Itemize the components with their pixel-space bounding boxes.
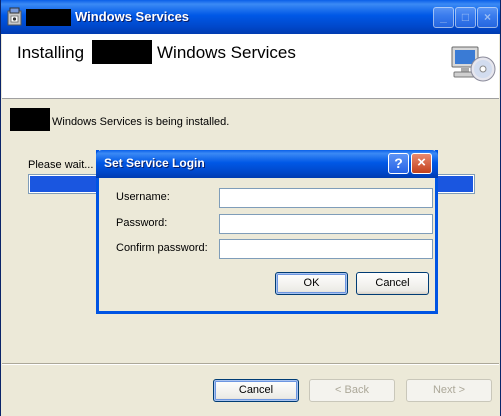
ok-button[interactable]: OK — [275, 272, 348, 295]
status-text: Windows Services is being installed. — [52, 116, 230, 128]
heading-suffix: Windows Services — [157, 43, 296, 62]
next-button[interactable]: Next > — [406, 379, 492, 402]
redacted-status-name — [10, 108, 50, 131]
back-button[interactable]: < Back — [309, 379, 395, 402]
username-label: Username: — [116, 191, 170, 203]
dialog-cancel-button[interactable]: Cancel — [356, 272, 429, 295]
minimize-button[interactable]: _ — [433, 7, 454, 28]
window-titlebar[interactable]: Windows Services _ □ × — [1, 0, 500, 34]
heading-prefix: Installing — [17, 43, 85, 62]
password-label: Password: — [116, 217, 168, 229]
password-field[interactable] — [219, 214, 433, 234]
footer-divider — [2, 363, 499, 365]
window-title: Windows Services — [75, 9, 190, 24]
dialog-title: Set Service Login — [104, 156, 205, 170]
window-close-button[interactable]: × — [477, 7, 498, 28]
installer-app-icon — [7, 7, 22, 26]
confirm-password-label: Confirm password: — [116, 242, 208, 254]
computer-cd-icon — [451, 46, 496, 82]
service-login-dialog: Set Service Login ? × Username: Password… — [96, 150, 438, 314]
dialog-titlebar[interactable]: Set Service Login ? × — [96, 150, 438, 178]
confirm-password-field[interactable] — [219, 239, 433, 259]
redacted-heading-name — [92, 40, 152, 64]
maximize-button[interactable]: □ — [455, 7, 476, 28]
close-icon[interactable]: × — [411, 153, 432, 174]
redacted-product-name — [26, 9, 71, 26]
cancel-button[interactable]: Cancel — [213, 379, 299, 402]
header-banner: Installing Windows Services — [2, 34, 499, 99]
username-field[interactable] — [219, 188, 433, 208]
help-icon[interactable]: ? — [388, 153, 409, 174]
please-wait-label: Please wait... — [28, 159, 94, 171]
